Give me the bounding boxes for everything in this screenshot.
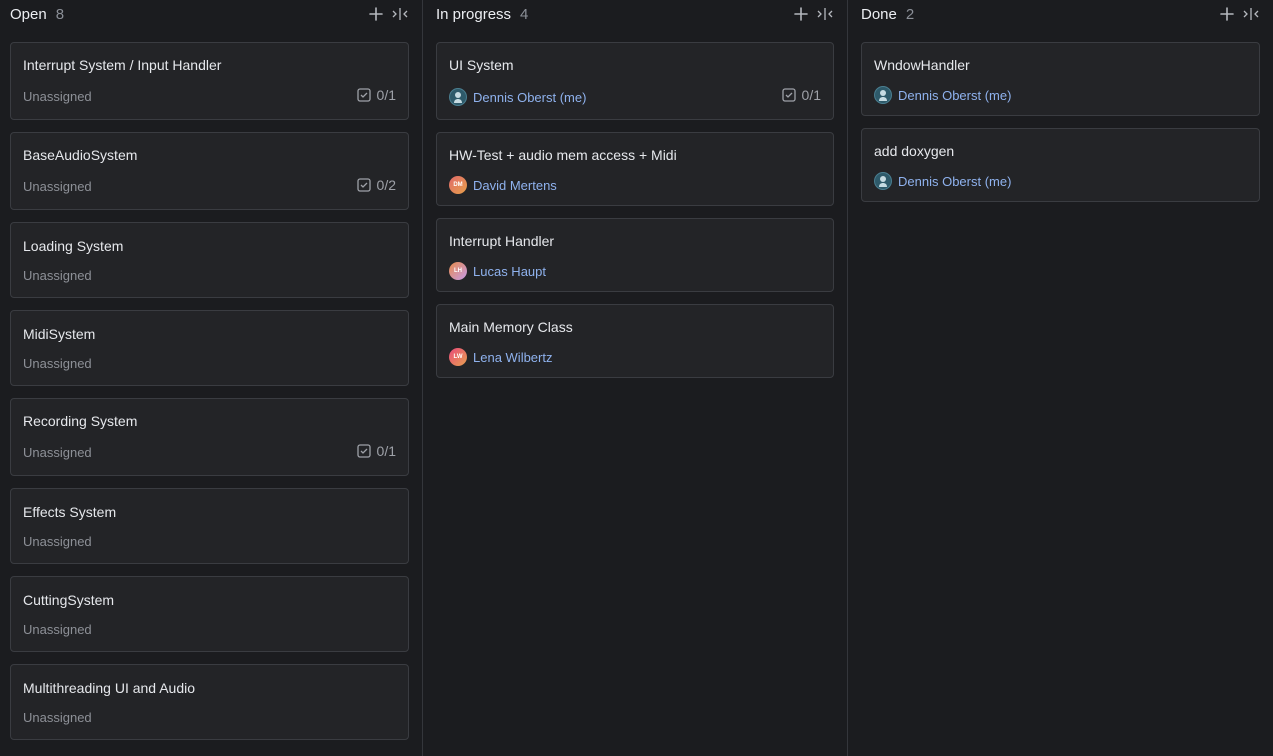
assignee-label: Unassigned <box>23 534 92 549</box>
issue-card[interactable]: Loading System Unassigned <box>10 222 409 298</box>
task-progress: 0/2 <box>356 177 396 193</box>
issue-card[interactable]: Multithreading UI and Audio Unassigned <box>10 664 409 740</box>
assignee-link[interactable]: DM David Mertens <box>449 176 557 194</box>
checkbox-checked-icon <box>356 88 371 102</box>
issue-card[interactable]: WndowHandler Dennis Oberst (me) <box>861 42 1260 116</box>
assignee-name: Lena Wilbertz <box>473 349 553 365</box>
card-title: Main Memory Class <box>449 319 573 335</box>
checkbox-checked-icon <box>356 178 371 192</box>
assignee-label: Unassigned <box>23 179 92 194</box>
card-title: BaseAudioSystem <box>23 147 138 163</box>
assignee-label: Unassigned <box>23 89 92 104</box>
card-title: Multithreading UI and Audio <box>23 680 195 696</box>
column-count: 8 <box>55 5 65 23</box>
assignee-label: Unassigned <box>23 445 92 460</box>
plus-icon <box>794 7 808 21</box>
add-item-button[interactable] <box>792 5 810 23</box>
assignee-link[interactable]: Dennis Oberst (me) <box>449 88 586 106</box>
card-title: WndowHandler <box>874 57 970 73</box>
column-count: 2 <box>905 5 915 23</box>
issue-card[interactable]: Effects System Unassigned <box>10 488 409 564</box>
card-title: UI System <box>449 57 514 73</box>
user-photo-icon <box>874 172 892 190</box>
avatar: DM <box>449 176 467 194</box>
assignee-name: Dennis Oberst (me) <box>473 89 587 105</box>
add-item-button[interactable] <box>1218 5 1236 23</box>
assignee-name: Lucas Haupt <box>473 263 546 279</box>
card-title: Interrupt System / Input Handler <box>23 57 222 73</box>
user-photo-icon <box>449 88 467 106</box>
issue-card[interactable]: Interrupt System / Input Handler Unassig… <box>10 42 409 120</box>
assignee-label: Unassigned <box>23 622 92 637</box>
project-board: Open 8 Interrupt System / Input Handler … <box>0 0 1273 756</box>
add-item-button[interactable] <box>367 5 385 23</box>
issue-card[interactable]: Interrupt Handler LH Lucas Haupt <box>436 218 834 292</box>
issue-card[interactable]: HW-Test + audio mem access + Midi DM Dav… <box>436 132 834 206</box>
column-count: 4 <box>520 5 529 23</box>
column-title: Done <box>861 5 897 23</box>
task-count: 0/1 <box>376 443 396 459</box>
issue-card[interactable]: Main Memory Class LW Lena Wilbertz <box>436 304 834 378</box>
column-done: Done 2 WndowHandler Dennis Oberst (me) a… <box>848 0 1273 756</box>
assignee-link[interactable]: Dennis Oberst (me) <box>874 172 1011 190</box>
issue-card[interactable]: add doxygen Dennis Oberst (me) <box>861 128 1260 202</box>
column-header: In progress 4 <box>436 0 528 28</box>
column-header: Open 8 <box>10 0 64 28</box>
collapse-column-button[interactable] <box>816 5 834 23</box>
collapse-column-icon <box>1243 8 1259 20</box>
checkbox-checked-icon <box>356 444 371 458</box>
issue-card[interactable]: CuttingSystem Unassigned <box>10 576 409 652</box>
collapse-column-button[interactable] <box>1242 5 1260 23</box>
user-photo-icon <box>874 86 892 104</box>
issue-card[interactable]: BaseAudioSystem Unassigned 0/2 <box>10 132 409 210</box>
collapse-column-icon <box>817 8 833 20</box>
collapse-column-icon <box>392 8 408 20</box>
task-progress: 0/1 <box>356 87 396 103</box>
assignee-label: Unassigned <box>23 356 92 371</box>
card-title: CuttingSystem <box>23 592 115 608</box>
card-title: add doxygen <box>874 143 955 159</box>
card-title: Effects System <box>23 504 117 520</box>
assignee-label: Unassigned <box>23 268 92 283</box>
column-header: Done 2 <box>861 0 914 28</box>
assignee-name: Dennis Oberst (me) <box>898 173 1012 189</box>
issue-card[interactable]: UI System Dennis Oberst (me) 0/1 <box>436 42 834 120</box>
card-title: Recording System <box>23 413 138 429</box>
card-title: HW-Test + audio mem access + Midi <box>449 147 677 163</box>
column-title: Open <box>10 5 47 23</box>
column-in-progress: In progress 4 UI System Dennis Oberst (m… <box>423 0 847 756</box>
assignee-link[interactable]: Dennis Oberst (me) <box>874 86 1011 104</box>
task-progress: 0/1 <box>781 87 821 103</box>
task-count: 0/1 <box>801 87 821 103</box>
assignee-link[interactable]: LW Lena Wilbertz <box>449 348 552 366</box>
avatar: LH <box>449 262 467 280</box>
assignee-label: Unassigned <box>23 710 92 725</box>
avatar: LW <box>449 348 467 366</box>
card-title: MidiSystem <box>23 326 96 342</box>
checkbox-checked-icon <box>781 88 796 102</box>
assignee-name: David Mertens <box>473 177 557 193</box>
issue-card[interactable]: Recording System Unassigned 0/1 <box>10 398 409 476</box>
column-title: In progress <box>436 5 512 23</box>
card-title: Interrupt Handler <box>449 233 555 249</box>
task-count: 0/2 <box>376 177 396 193</box>
task-count: 0/1 <box>376 87 396 103</box>
task-progress: 0/1 <box>356 443 396 459</box>
collapse-column-button[interactable] <box>391 5 409 23</box>
assignee-name: Dennis Oberst (me) <box>898 87 1012 103</box>
plus-icon <box>1220 7 1234 21</box>
assignee-link[interactable]: LH Lucas Haupt <box>449 262 546 280</box>
issue-card[interactable]: MidiSystem Unassigned <box>10 310 409 386</box>
card-title: Loading System <box>23 238 124 254</box>
column-open: Open 8 Interrupt System / Input Handler … <box>0 0 422 756</box>
plus-icon <box>369 7 383 21</box>
